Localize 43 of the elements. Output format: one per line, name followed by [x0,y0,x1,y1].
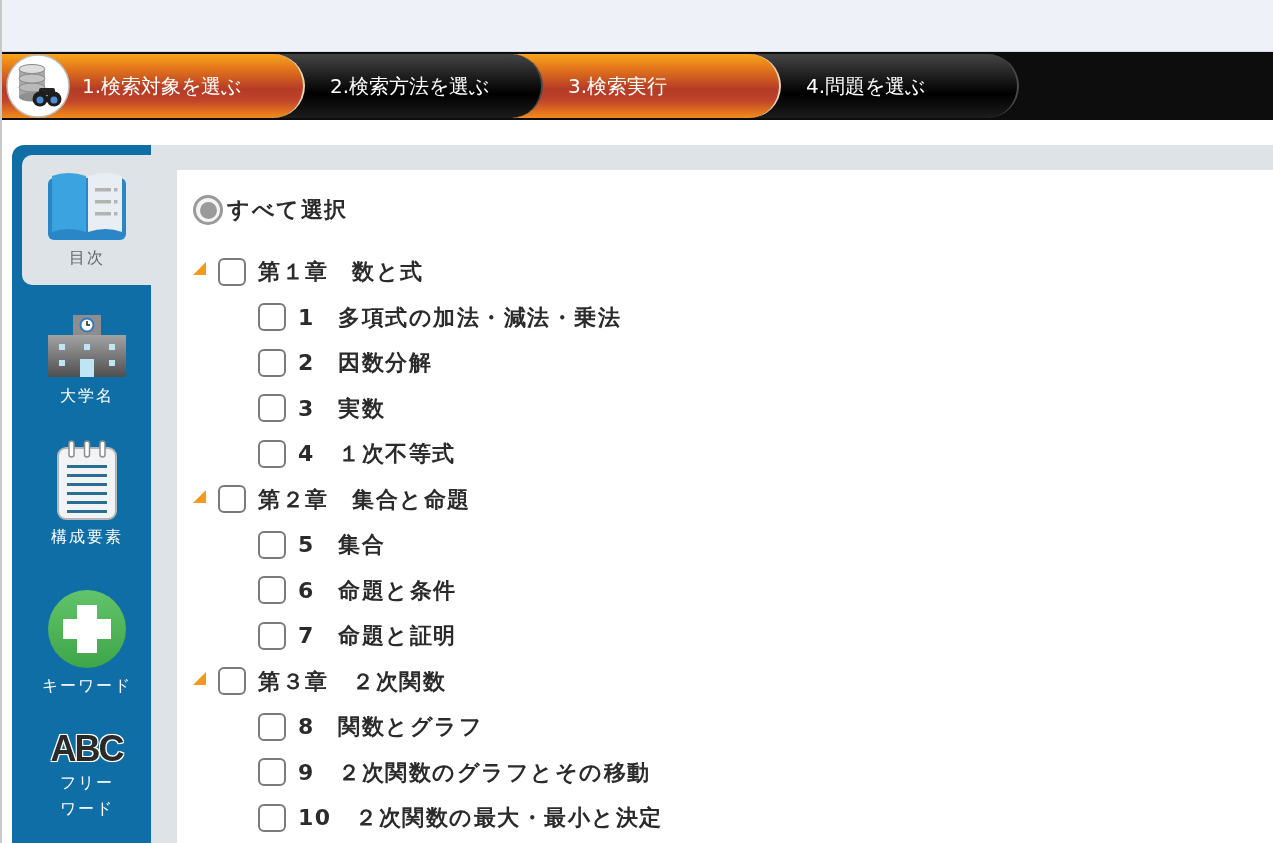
checkbox[interactable] [258,758,286,787]
checkbox[interactable] [258,712,286,741]
sidebar-tab[interactable]: 目次 [22,155,151,285]
section-label: 4 １次不等式 [298,440,456,469]
checkbox[interactable] [258,576,286,605]
open-book-icon [47,170,126,240]
notepad-icon [55,440,118,520]
sidebar-tab[interactable]: 大学名 [22,285,151,425]
chapter-label: 第１章 数と式 [258,258,424,287]
checkbox[interactable] [218,485,246,514]
radio-button[interactable] [193,195,223,225]
section-label: 7 命題と証明 [298,622,457,651]
section-label: 10 ２次関数の最大・最小と決定 [298,804,663,833]
sidebar-tab[interactable]: ABC フリーワード [22,710,151,843]
expanded-triangle-icon[interactable] [193,671,206,685]
section-label: 8 関数とグラフ [298,713,484,742]
sidebar-tab[interactable]: キーワード [22,565,151,710]
section-label: 6 命題と条件 [298,576,457,605]
checkbox[interactable] [258,803,286,832]
checkbox[interactable] [258,530,286,559]
section-label: 3 実数 [298,394,386,423]
step-tab[interactable]: 1.検索対象を選ぶ [2,54,305,118]
checkbox[interactable] [218,257,246,286]
checkbox[interactable] [258,439,286,468]
abc-lettering: ABC [50,730,123,768]
section-label: 2 因数分解 [298,349,433,378]
section-label: 1 多項式の加法・減法・乗法 [298,303,622,332]
select-all-label: すべて選択 [227,196,348,224]
school-building-icon [47,315,126,377]
checkbox[interactable] [258,348,286,377]
plus-circle-icon [47,590,126,668]
checkbox[interactable] [258,394,286,423]
database-binoculars-icon [6,54,70,118]
chapter-label: 第３章 ２次関数 [258,667,446,696]
chapter-label: 第２章 集合と命題 [258,485,471,514]
expanded-triangle-icon[interactable] [193,262,206,276]
section-label: 9 ２次関数のグラフとその移動 [298,758,651,787]
sidebar-tab[interactable]: 構成要素 [22,425,151,565]
checkbox[interactable] [258,621,286,650]
checkbox[interactable] [258,303,286,332]
expanded-triangle-icon[interactable] [193,489,206,503]
section-label: 5 集合 [298,531,386,560]
checkbox[interactable] [218,667,246,696]
